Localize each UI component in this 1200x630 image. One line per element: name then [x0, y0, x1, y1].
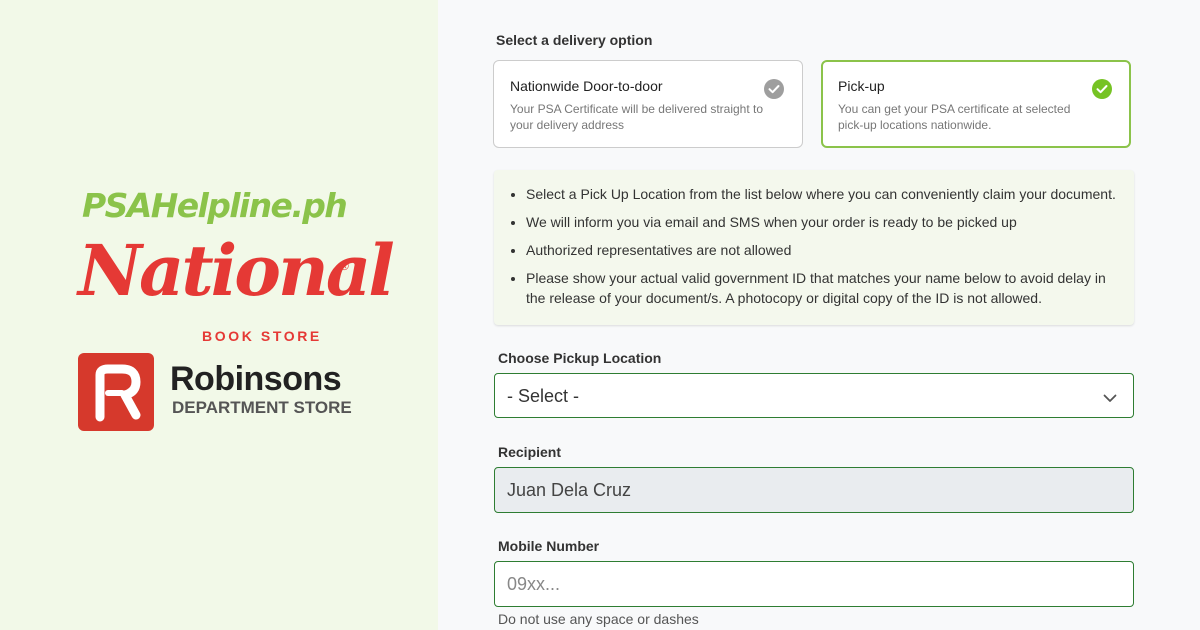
info-item: We will inform you via email and SMS whe… — [526, 212, 1116, 232]
info-item: Authorized representatives are not allow… — [526, 240, 1116, 260]
mobile-hint: Do not use any space or dashes — [498, 611, 699, 627]
recipient-label: Recipient — [498, 444, 562, 460]
delivery-option-pickup[interactable]: Pick-up You can get your PSA certificate… — [821, 60, 1131, 148]
option-title: Nationwide Door-to-door — [510, 78, 663, 94]
pickup-info-box: Select a Pick Up Location from the list … — [494, 170, 1134, 325]
mobile-placeholder: 09xx... — [507, 574, 561, 594]
pickup-location-label: Choose Pickup Location — [498, 350, 662, 366]
brand-panel: PSAHelpline.ph National ® BOOK STORE Rob… — [0, 0, 438, 630]
select-value: - Select - — [507, 386, 580, 406]
mobile-number-input[interactable]: 09xx... — [494, 561, 1134, 607]
chevron-down-icon — [1103, 389, 1117, 410]
option-description: You can get your PSA certificate at sele… — [838, 102, 1071, 132]
recipient-field: Juan Dela Cruz — [494, 467, 1134, 513]
recipient-value: Juan Dela Cruz — [507, 480, 632, 500]
info-item: Please show your actual valid government… — [526, 268, 1116, 308]
option-title: Pick-up — [838, 78, 885, 94]
psahelpline-logo: PSAHelpline.ph — [82, 186, 348, 225]
robinsons-name: Robinsons — [170, 360, 342, 398]
delivery-option-label: Select a delivery option — [496, 32, 653, 48]
delivery-option-door-to-door[interactable]: Nationwide Door-to-door Your PSA Certifi… — [493, 60, 803, 148]
mobile-number-label: Mobile Number — [498, 538, 600, 554]
robinsons-subtitle: DEPARTMENT STORE — [172, 398, 352, 417]
registered-mark: ® — [340, 259, 349, 273]
check-circle-icon — [1092, 79, 1112, 99]
check-circle-icon — [764, 79, 784, 99]
option-description: Your PSA Certificate will be delivered s… — [510, 102, 764, 132]
national-bookstore-subtitle: BOOK STORE — [202, 328, 322, 344]
pickup-location-select[interactable]: - Select - — [494, 373, 1134, 418]
info-item: Select a Pick Up Location from the list … — [526, 184, 1116, 204]
robinsons-logo-icon — [78, 353, 154, 431]
